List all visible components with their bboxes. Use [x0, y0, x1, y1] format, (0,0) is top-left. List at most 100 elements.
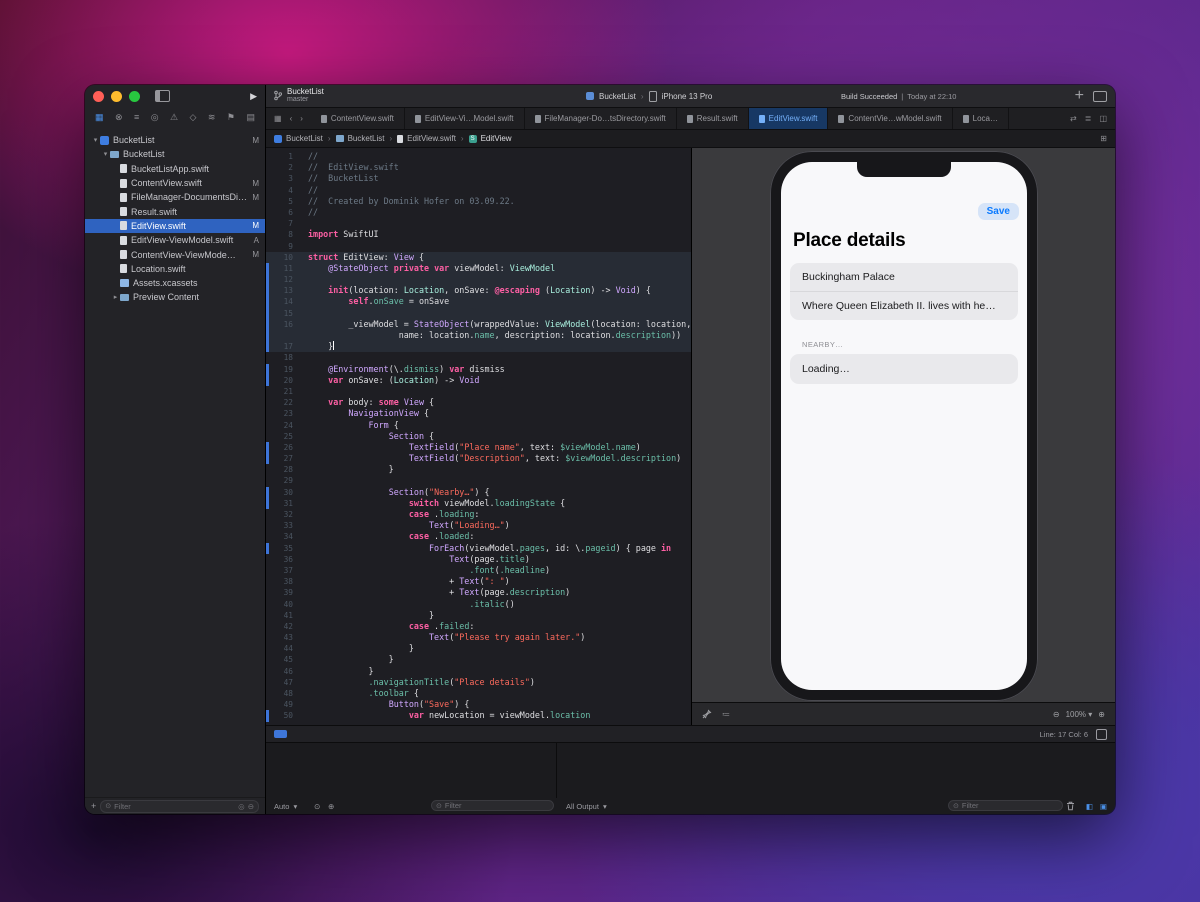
line-number[interactable]: 17: [266, 341, 293, 352]
file-tree-row[interactable]: EditView.swiftM: [85, 219, 265, 233]
code-line[interactable]: 3// BucketList: [266, 173, 691, 184]
project-navigator-icon[interactable]: ▦: [95, 113, 104, 122]
code-line[interactable]: 46 }: [266, 666, 691, 677]
code-line[interactable]: 39 + Text(page.description): [266, 587, 691, 598]
preview-canvas[interactable]: Save Place details Buckingham Palace Whe…: [692, 148, 1115, 702]
editor-tab[interactable]: ContentVie…wModel.swift: [828, 108, 952, 129]
line-number[interactable]: 27: [266, 453, 293, 464]
disclosure-triangle-icon[interactable]: ▾: [91, 136, 100, 144]
scheme-selector[interactable]: BucketList › iPhone 13 Pro: [586, 85, 712, 107]
pin-preview-icon[interactable]: [702, 709, 712, 719]
zoom-in-icon[interactable]: ⊕: [1098, 710, 1105, 719]
preview-description-field[interactable]: Where Queen Elizabeth II. lives with he…: [790, 291, 1018, 320]
code-line[interactable]: 33 Text("Loading…"): [266, 520, 691, 531]
line-number[interactable]: 12: [266, 274, 293, 285]
editor-layout-icon[interactable]: [1096, 729, 1107, 740]
line-number[interactable]: 11: [266, 263, 293, 274]
variables-view[interactable]: [266, 743, 557, 798]
code-line[interactable]: 27 TextField("Description", text: $viewM…: [266, 453, 691, 464]
line-number[interactable]: 10: [266, 252, 293, 263]
test-navigator-icon[interactable]: ◇: [190, 113, 197, 122]
code-line[interactable]: 34 case .loaded:: [266, 531, 691, 542]
line-number[interactable]: 23: [266, 408, 293, 419]
line-number[interactable]: 42: [266, 621, 293, 632]
code-line[interactable]: 41 }: [266, 610, 691, 621]
code-line[interactable]: 47 .navigationTitle("Place details"): [266, 677, 691, 688]
file-tree-row[interactable]: BucketListApp.swift: [85, 162, 265, 176]
file-tree-row[interactable]: ▾BucketList: [85, 147, 265, 161]
symbol-navigator-icon[interactable]: ≡: [134, 113, 139, 122]
line-number[interactable]: 6: [266, 207, 293, 218]
code-line[interactable]: 14 self.onSave = onSave: [266, 296, 691, 307]
editor-tab[interactable]: EditView-Vi…Model.swift: [405, 108, 525, 129]
close-window-button[interactable]: [93, 91, 104, 102]
code-line[interactable]: 28 }: [266, 464, 691, 475]
file-tree-row[interactable]: ▸Preview Content: [85, 290, 265, 304]
line-number[interactable]: 48: [266, 688, 293, 699]
line-number[interactable]: 45: [266, 654, 293, 665]
device-preview-icon[interactable]: [1093, 91, 1107, 102]
line-number[interactable]: 26: [266, 442, 293, 453]
line-number[interactable]: 7: [266, 218, 293, 229]
preview-save-button[interactable]: Save: [978, 203, 1019, 220]
code-line[interactable]: 6//: [266, 207, 691, 218]
run-button[interactable]: ▶: [250, 92, 257, 101]
variables-scope-dropdown[interactable]: Auto▾: [274, 798, 297, 814]
line-col-indicator[interactable]: Line: 17 Col: 6: [1040, 730, 1088, 739]
line-number[interactable]: 8: [266, 229, 293, 240]
console-output-dropdown[interactable]: All Output▾: [566, 798, 607, 814]
find-navigator-icon[interactable]: ◎: [151, 113, 159, 122]
line-number[interactable]: 3: [266, 173, 293, 184]
editor-tab[interactable]: Result.swift: [677, 108, 749, 129]
line-number[interactable]: 37: [266, 565, 293, 576]
line-number[interactable]: 1: [266, 151, 293, 162]
code-line[interactable]: 49 Button("Save") {: [266, 699, 691, 710]
line-number[interactable]: 36: [266, 554, 293, 565]
code-line[interactable]: 38 + Text(": "): [266, 576, 691, 587]
console-view[interactable]: [557, 743, 1115, 798]
line-number[interactable]: 50: [266, 710, 293, 721]
code-line[interactable]: 44 }: [266, 643, 691, 654]
disclosure-triangle-icon[interactable]: ▸: [111, 293, 120, 301]
line-number[interactable]: 35: [266, 543, 293, 554]
file-tree-row[interactable]: FileManager-DocumentsDir…M: [85, 190, 265, 204]
line-number[interactable]: 30: [266, 487, 293, 498]
code-line[interactable]: 7: [266, 218, 691, 229]
code-review-icon[interactable]: ⇄: [1070, 114, 1077, 123]
add-file-button[interactable]: +: [91, 801, 96, 811]
code-line[interactable]: 11 @StateObject private var viewModel: V…: [266, 263, 691, 274]
project-status[interactable]: BucketList master: [274, 87, 324, 104]
navigator-filter-field[interactable]: ⊙ Filter ◎ ⊖: [100, 800, 259, 813]
editor-options-icon[interactable]: ≣: [1085, 114, 1092, 123]
disclosure-triangle-icon[interactable]: ▾: [101, 150, 110, 158]
file-tree-row[interactable]: Assets.xcassets: [85, 276, 265, 290]
code-line[interactable]: 16 _viewModel = StateObject(wrappedValue…: [266, 319, 691, 330]
code-line[interactable]: 12: [266, 274, 691, 285]
line-number[interactable]: 22: [266, 397, 293, 408]
code-line[interactable]: 29: [266, 475, 691, 486]
editor-tab[interactable]: ContentView.swift: [311, 108, 405, 129]
flame-graph-icon[interactable]: ⊙: [314, 798, 320, 814]
code-line[interactable]: 37 .font(.headline): [266, 565, 691, 576]
line-number[interactable]: [266, 330, 293, 341]
jump-bar-item[interactable]: BucketList: [274, 134, 323, 143]
line-number[interactable]: 2: [266, 162, 293, 173]
code-line[interactable]: 32 case .loading:: [266, 509, 691, 520]
code-line[interactable]: 17 }: [266, 341, 691, 352]
line-number[interactable]: 43: [266, 632, 293, 643]
line-number[interactable]: 38: [266, 576, 293, 587]
code-line[interactable]: 4//: [266, 185, 691, 196]
forward-icon[interactable]: ›: [300, 114, 303, 123]
jump-bar-item[interactable]: BucketList: [336, 134, 385, 143]
line-number[interactable]: 13: [266, 285, 293, 296]
preview-inspector-icon[interactable]: ≔: [722, 710, 730, 719]
line-number[interactable]: 19: [266, 364, 293, 375]
code-line[interactable]: 30 Section("Nearby…") {: [266, 487, 691, 498]
preview-place-name-field[interactable]: Buckingham Palace: [790, 263, 1018, 291]
scheme-device[interactable]: iPhone 13 Pro: [662, 92, 713, 101]
file-tree-row[interactable]: ContentView-ViewMode…M: [85, 247, 265, 261]
code-line[interactable]: 22 var body: some View {: [266, 397, 691, 408]
code-line[interactable]: 35 ForEach(viewModel.pages, id: \.pageid…: [266, 543, 691, 554]
line-number[interactable]: 9: [266, 241, 293, 252]
zoom-level[interactable]: 100% ▾: [1066, 710, 1093, 719]
